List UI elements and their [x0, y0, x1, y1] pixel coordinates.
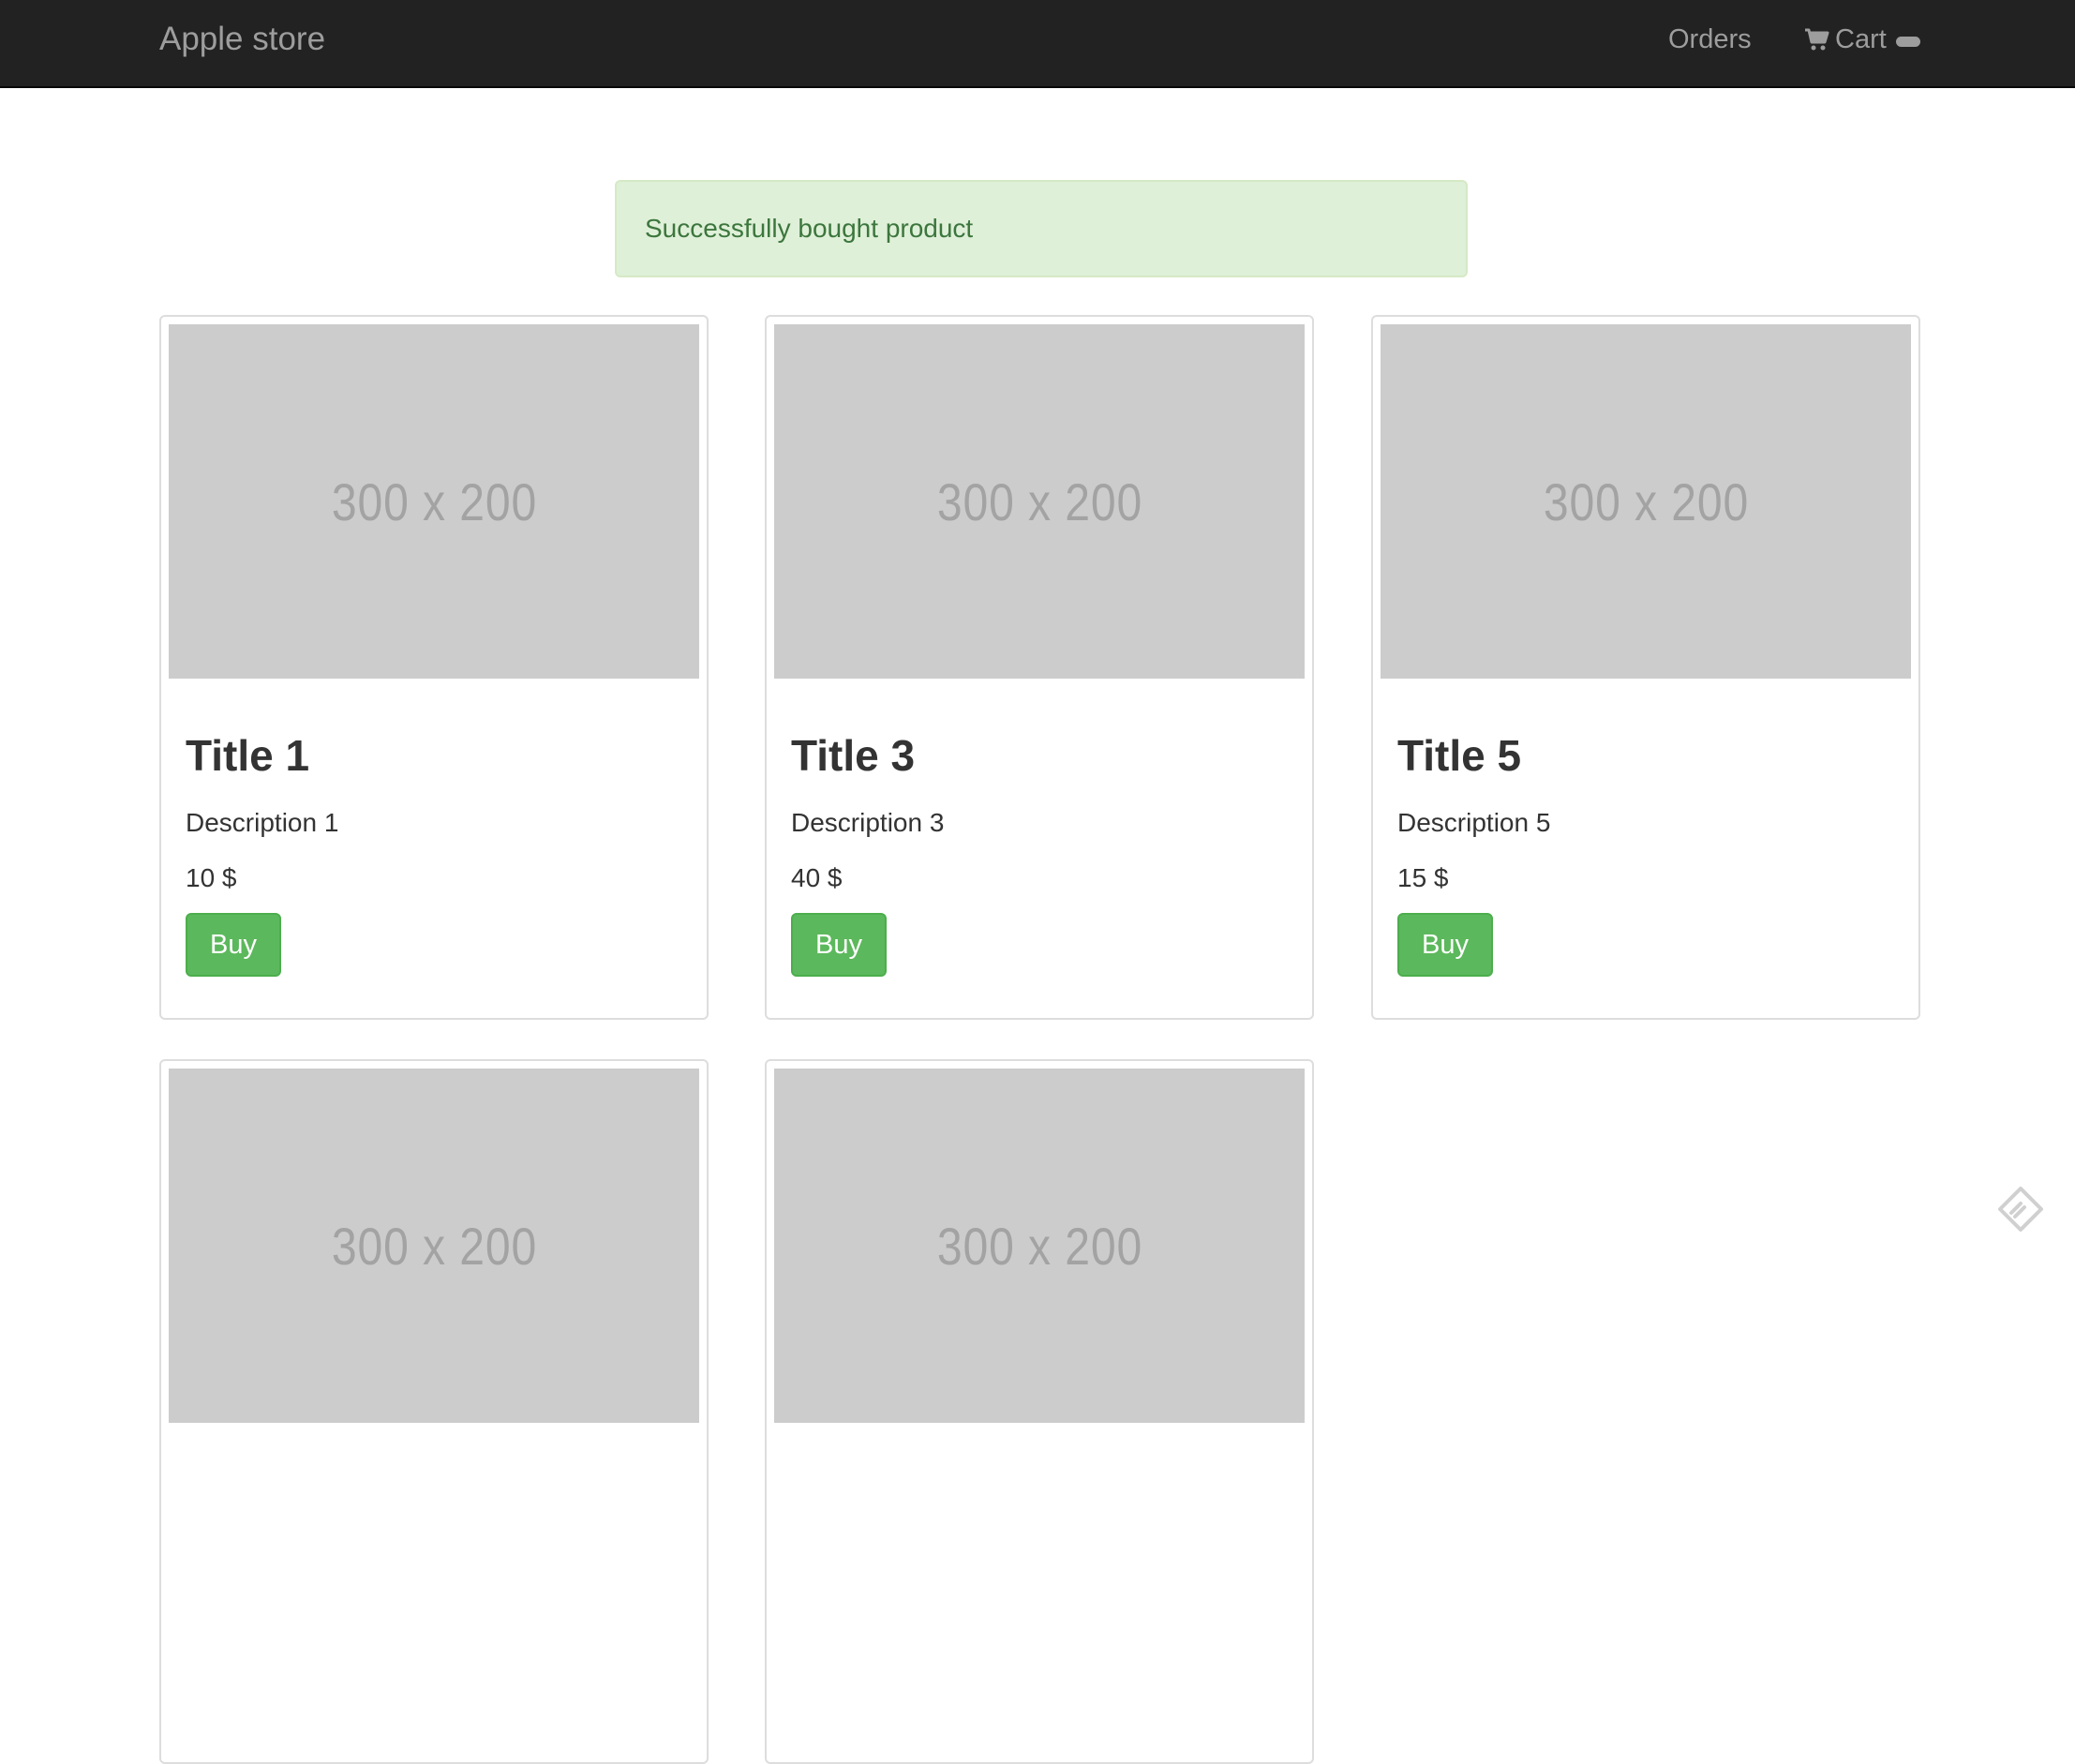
cart-label: Cart — [1835, 24, 1887, 54]
product-card: 300 x 200 — [159, 1059, 709, 1764]
thumbnail-placeholder-label: 300 x 200 — [331, 1216, 537, 1276]
brand-link[interactable]: Apple store — [159, 19, 325, 60]
success-alert: Successfully bought product — [615, 180, 1468, 277]
product-thumbnail: 300 x 200 — [169, 324, 699, 679]
product-thumbnail: 300 x 200 — [774, 324, 1305, 679]
shopping-cart-icon — [1805, 28, 1829, 51]
buy-button[interactable]: Buy — [1397, 913, 1493, 977]
product-thumbnail: 300 x 200 — [774, 1069, 1305, 1423]
navbar: Apple store Orders Cart — [0, 0, 2075, 88]
thumbnail-placeholder-label: 300 x 200 — [936, 1216, 1142, 1276]
product-card: 300 x 200 — [765, 1059, 1314, 1764]
product-card: 300 x 200 Title 1 Description 1 10 $ Buy — [159, 315, 709, 1020]
product-description: Description 5 — [1397, 808, 1551, 837]
product-price: 15 $ — [1397, 863, 1449, 892]
cart-badge — [1895, 36, 1920, 47]
product-card: 300 x 200 Title 5 Description 5 15 $ Buy — [1371, 315, 1920, 1020]
thumbnail-placeholder-label: 300 x 200 — [331, 471, 537, 531]
product-title: Title 3 — [791, 731, 916, 780]
product-description: Description 1 — [186, 808, 339, 837]
buy-button[interactable]: Buy — [186, 913, 281, 977]
cart-link[interactable]: Cart — [1803, 19, 1920, 60]
buy-button[interactable]: Buy — [791, 913, 887, 977]
product-price: 40 $ — [791, 863, 843, 892]
orders-link[interactable]: Orders — [1668, 19, 1752, 60]
product-thumbnail: 300 x 200 — [1381, 324, 1911, 679]
product-description: Description 3 — [791, 808, 945, 837]
thumbnail-placeholder-label: 300 x 200 — [936, 471, 1142, 531]
product-price: 10 $ — [186, 863, 237, 892]
feedback-widget-icon[interactable] — [1996, 1185, 2045, 1233]
product-title: Title 1 — [186, 731, 310, 780]
product-card: 300 x 200 Title 3 Description 3 40 $ Buy — [765, 315, 1314, 1020]
product-title: Title 5 — [1397, 731, 1522, 780]
product-thumbnail: 300 x 200 — [169, 1069, 699, 1423]
thumbnail-placeholder-label: 300 x 200 — [1543, 471, 1749, 531]
